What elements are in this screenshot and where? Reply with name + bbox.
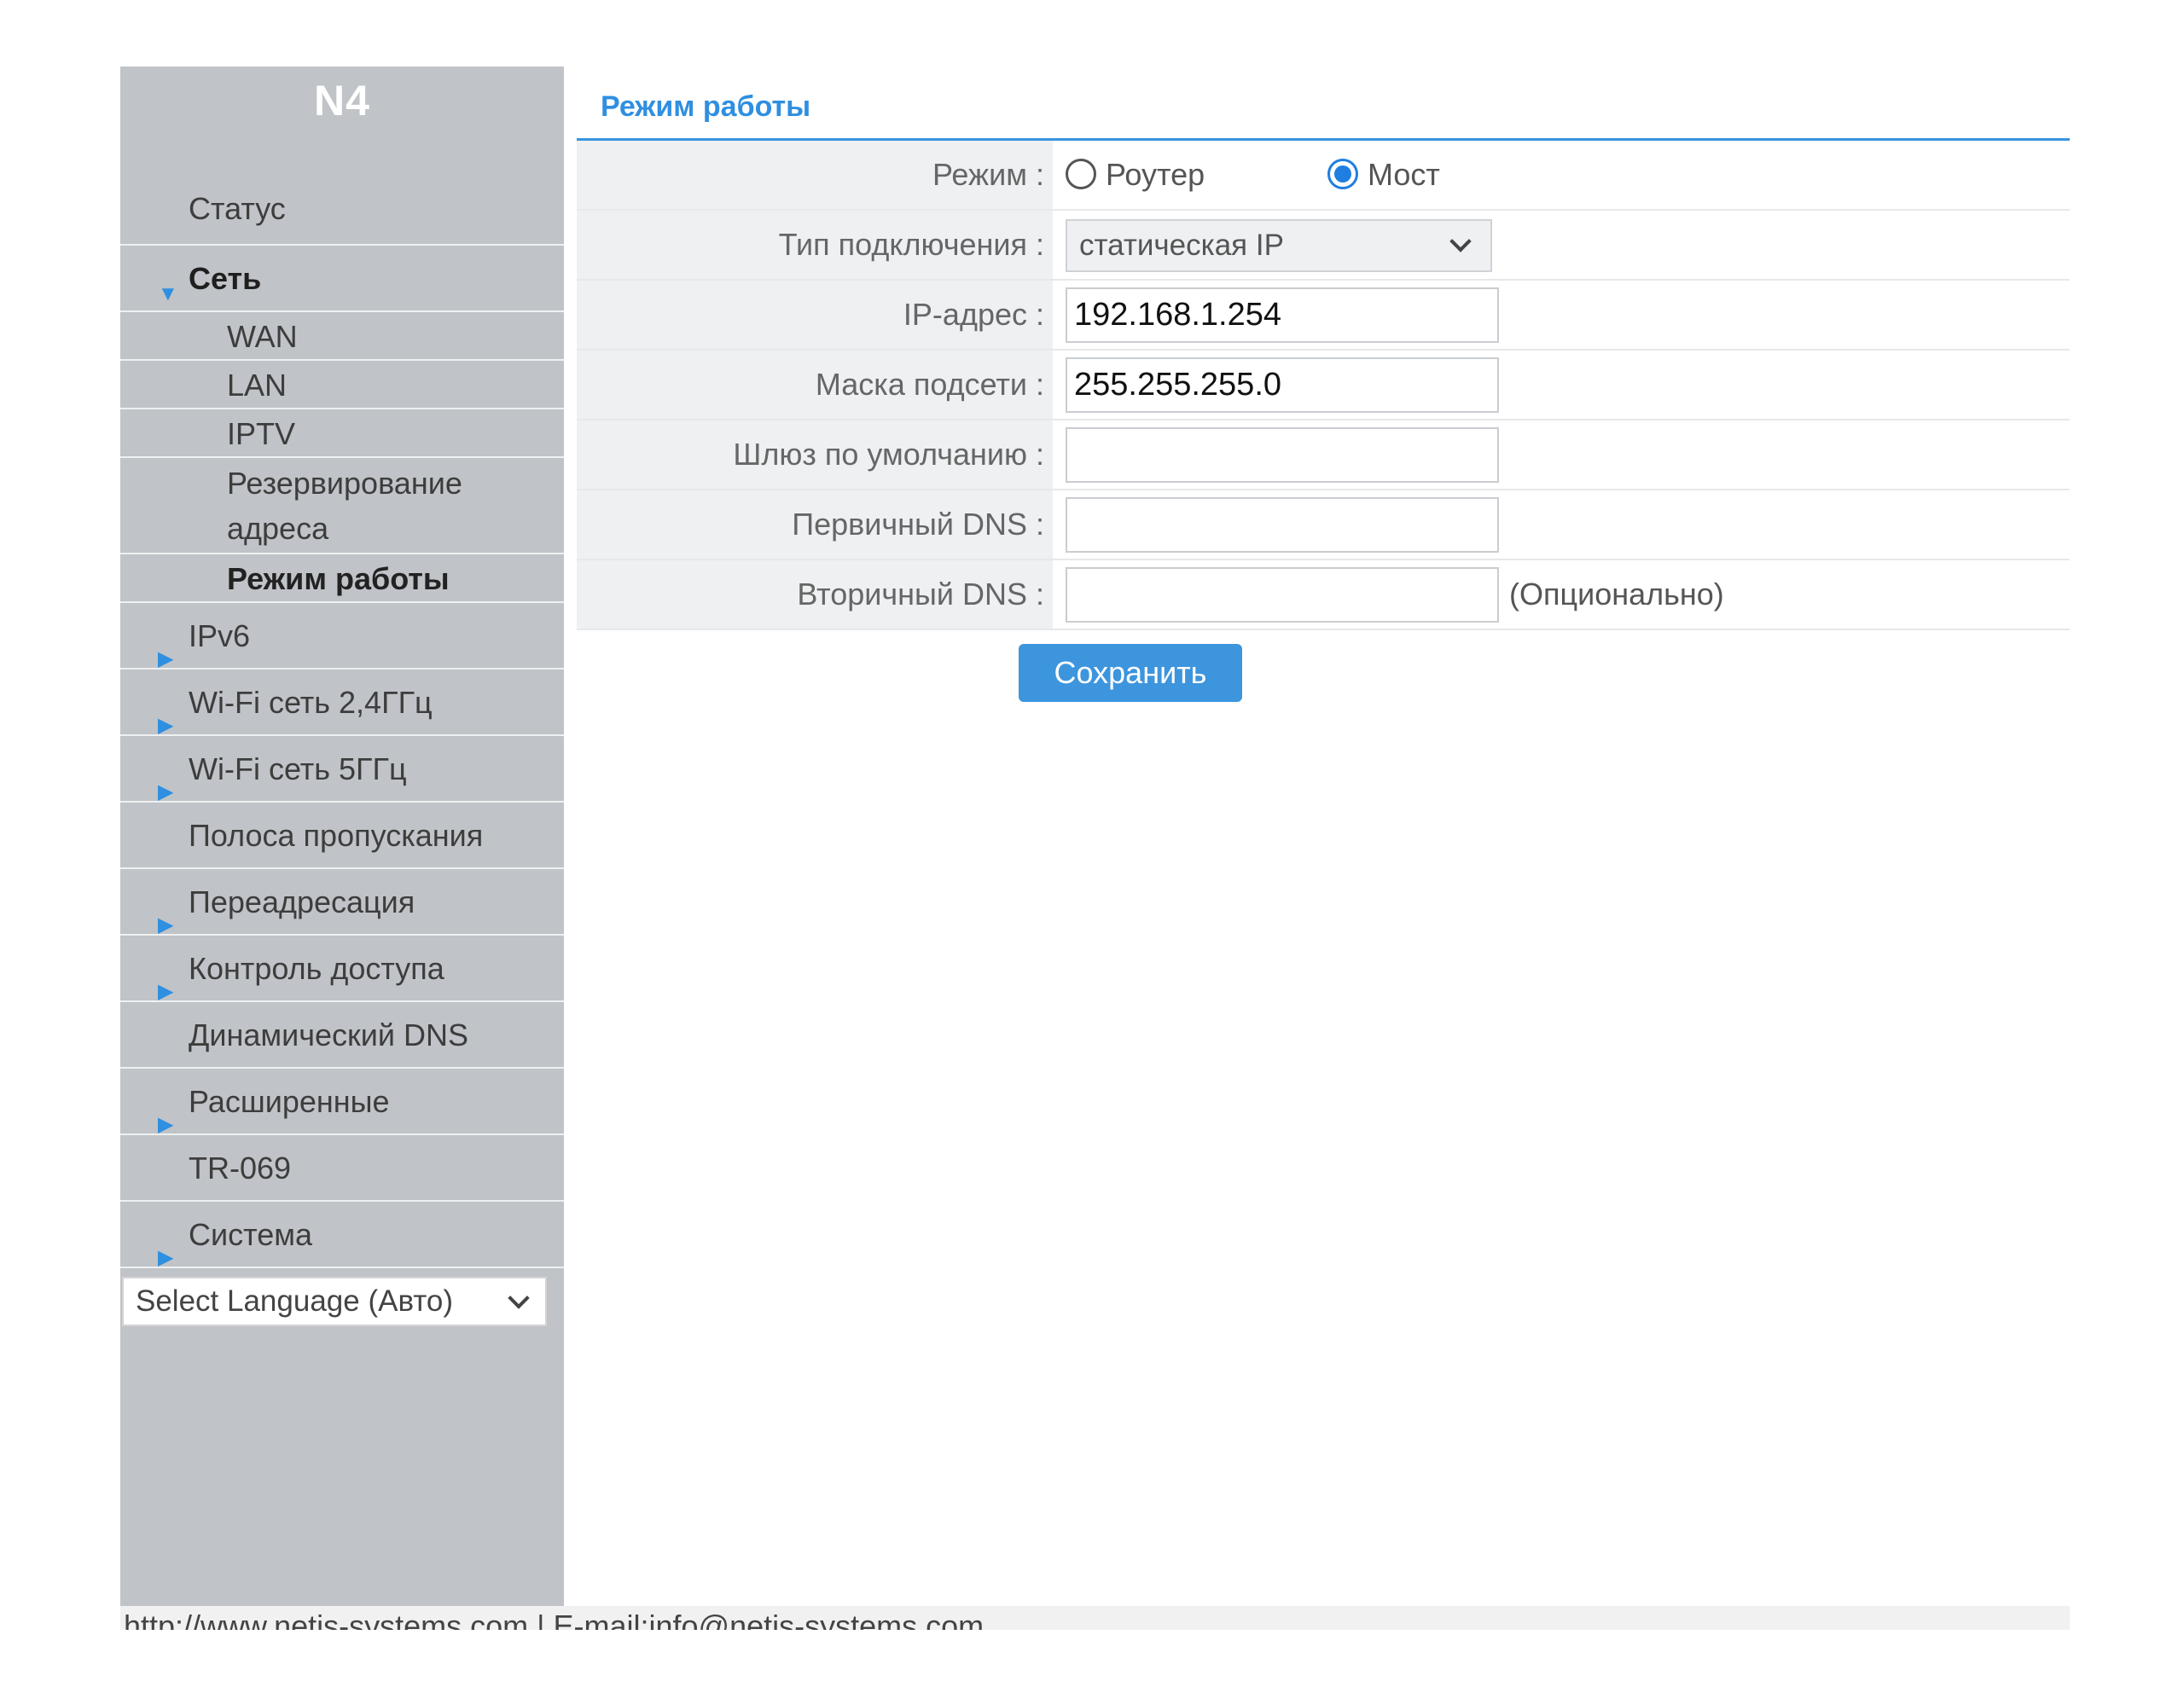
- sidebar-subitem-operation-mode[interactable]: Режим работы: [120, 554, 564, 603]
- sidebar-item-label: WAN: [227, 319, 298, 354]
- chevron-down-icon: [508, 1287, 530, 1309]
- sidebar-item-label: Режим работы: [227, 561, 450, 596]
- default-gateway-input[interactable]: [1066, 427, 1499, 483]
- form-row-dns1: Первичный DNS :: [577, 490, 2070, 560]
- sidebar-item-label: TR-069: [189, 1151, 292, 1186]
- sidebar-item-status[interactable]: Статус: [120, 135, 564, 246]
- mode-label: Режим :: [577, 141, 1053, 209]
- sidebar-item-wifi-24[interactable]: ▶ Wi-Fi сеть 2,4ГГц: [120, 670, 564, 737]
- sidebar-item-system[interactable]: ▶ Система: [120, 1202, 564, 1269]
- sidebar-item-label: Резервирование: [227, 466, 462, 501]
- sidebar-item-label: Сеть: [189, 261, 262, 296]
- form-row-mask: Маска подсети : 255.255.255.0: [577, 351, 2070, 420]
- gateway-value: [1063, 420, 2070, 489]
- sidebar-item-ddns[interactable]: Динамический DNS: [120, 1002, 564, 1069]
- mask-value: 255.255.255.0: [1063, 351, 2070, 419]
- form-row-connection-type: Тип подключения : статическая IP: [577, 211, 2070, 281]
- footer-text: http://www.netis-systems.com | E-mail:in…: [124, 1609, 985, 1631]
- primary-dns-input[interactable]: [1066, 497, 1499, 553]
- mode-value: Роутер Мост: [1063, 141, 2070, 209]
- sidebar-item-label: Система: [189, 1217, 312, 1252]
- connection-type-select[interactable]: статическая IP: [1066, 219, 1492, 272]
- router-admin-frame: N4 Статус ▼ Сеть WAN LAN IPTV Резервиров…: [120, 67, 2070, 1630]
- subnet-mask-input[interactable]: 255.255.255.0: [1066, 357, 1499, 413]
- sidebar-item-label: Wi-Fi сеть 5ГГц: [189, 751, 407, 786]
- form-row-dns2: Вторичный DNS : (Опционально): [577, 560, 2070, 630]
- language-selector-wrap: Select Language (Авто): [120, 1268, 564, 1326]
- bridge-radio[interactable]: [1327, 159, 1358, 189]
- mask-label: Маска подсети :: [577, 351, 1053, 419]
- secondary-dns-input[interactable]: [1066, 567, 1499, 623]
- sidebar-item-wifi-5[interactable]: ▶ Wi-Fi сеть 5ГГц: [120, 736, 564, 803]
- ip-label: IP-адрес :: [577, 281, 1053, 349]
- save-button[interactable]: Сохранить: [1019, 644, 1242, 702]
- sidebar-item-label: LAN: [227, 368, 288, 403]
- sidebar-item-label: Переадресация: [189, 884, 415, 919]
- sidebar-item-advanced[interactable]: ▶ Расширенные: [120, 1069, 564, 1136]
- sidebar-item-label: Wi-Fi сеть 2,4ГГц: [189, 685, 433, 720]
- sidebar-item-bandwidth[interactable]: Полоса пропускания: [120, 803, 564, 869]
- sidebar-subitem-lan[interactable]: LAN: [120, 361, 564, 409]
- sidebar-item-label: IPv6: [189, 618, 251, 653]
- sidebar-item-forwarding[interactable]: ▶ Переадресация: [120, 869, 564, 936]
- form-row-gateway: Шлюз по умолчанию :: [577, 420, 2070, 490]
- page-title: Режим работы: [577, 67, 2070, 141]
- sidebar-item-tr069[interactable]: TR-069: [120, 1135, 564, 1202]
- bridge-radio-label[interactable]: Мост: [1368, 141, 1440, 209]
- sidebar-item-label: Расширенные: [189, 1084, 390, 1119]
- sidebar-item-label: адреса: [227, 511, 329, 546]
- ip-address-input[interactable]: 192.168.1.254: [1066, 287, 1499, 343]
- sidebar-item-label: IPTV: [227, 416, 296, 451]
- sidebar-item-label: Динамический DNS: [189, 1017, 469, 1052]
- sidebar-item-access-control[interactable]: ▶ Контроль доступа: [120, 936, 564, 1003]
- button-row: Сохранить: [577, 630, 2070, 707]
- main-content: Режим работы Режим : Роутер Мост Тип под…: [577, 67, 2070, 707]
- dns2-label: Вторичный DNS :: [577, 560, 1053, 629]
- ip-value: 192.168.1.254: [1063, 281, 2070, 349]
- sidebar-subitem-iptv[interactable]: IPTV: [120, 409, 564, 458]
- sidebar-item-label: Полоса пропускания: [189, 818, 484, 853]
- router-radio-label[interactable]: Роутер: [1106, 141, 1205, 209]
- sidebar-subitem-address-reservation[interactable]: Резервирование адреса: [120, 458, 564, 554]
- sidebar-item-label: Контроль доступа: [189, 951, 444, 986]
- sidebar-item-ipv6[interactable]: ▶ IPv6: [120, 603, 564, 670]
- connection-type-value: статическая IP: [1063, 211, 2070, 279]
- form-row-ip: IP-адрес : 192.168.1.254: [577, 281, 2070, 351]
- connection-type-selected: статическая IP: [1079, 229, 1284, 262]
- router-radio[interactable]: [1066, 159, 1096, 189]
- footer: http://www.netis-systems.com | E-mail:in…: [120, 1606, 2070, 1630]
- gateway-label: Шлюз по умолчанию :: [577, 420, 1053, 489]
- chevron-down-icon: [1449, 230, 1472, 252]
- dns2-value: (Опционально): [1063, 560, 2070, 629]
- sidebar-subitem-wan[interactable]: WAN: [120, 312, 564, 361]
- model-brand: N4: [314, 77, 370, 125]
- sidebar-item-label: Статус: [189, 191, 286, 226]
- form-row-mode: Режим : Роутер Мост: [577, 141, 2070, 211]
- dns1-label: Первичный DNS :: [577, 490, 1053, 559]
- sidebar-item-network[interactable]: ▼ Сеть: [120, 246, 564, 312]
- connection-type-label: Тип подключения :: [577, 211, 1053, 279]
- language-select[interactable]: Select Language (Авто): [122, 1277, 547, 1326]
- language-select-value: Select Language (Авто): [136, 1284, 454, 1318]
- sidebar: N4 Статус ▼ Сеть WAN LAN IPTV Резервиров…: [120, 67, 564, 1606]
- optional-hint: (Опционально): [1509, 577, 1724, 612]
- dns1-value: [1063, 490, 2070, 559]
